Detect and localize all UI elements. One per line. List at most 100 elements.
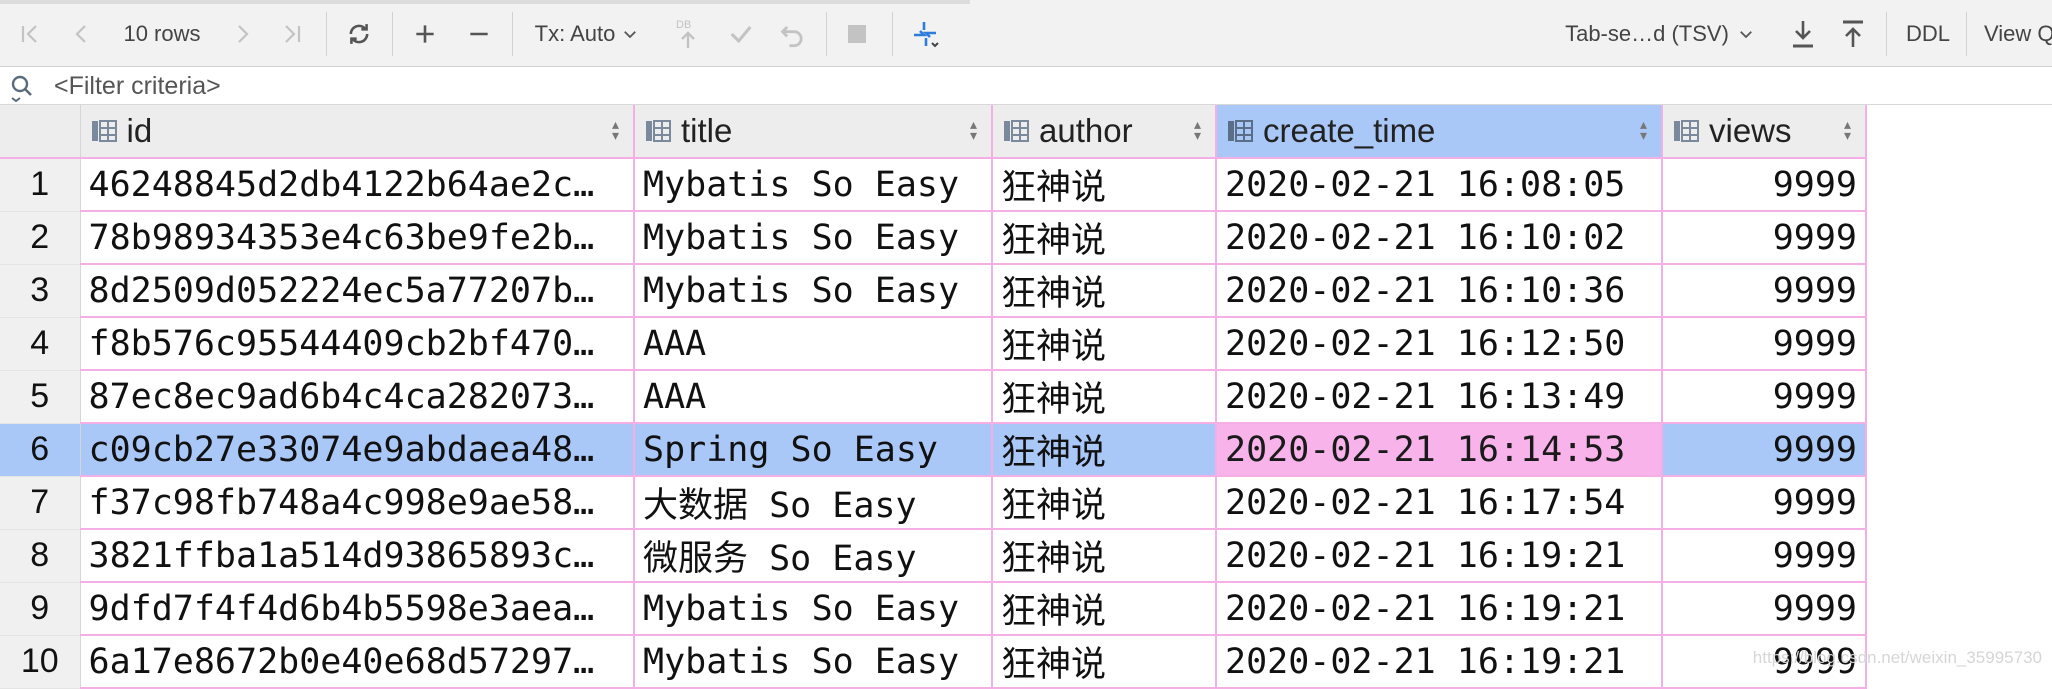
cell-title[interactable]: 微服务 So Easy [634, 529, 993, 583]
table-row[interactable]: 2 78b98934353e4c63be9fe2b… Mybatis So Ea… [0, 211, 1867, 265]
view-query-button[interactable]: View Q [1984, 14, 2052, 54]
cell-views[interactable]: 9999 [1662, 211, 1867, 265]
cell-views[interactable]: 9999 [1662, 158, 1867, 212]
cell-author[interactable]: 狂神说 [992, 529, 1217, 583]
last-page-icon[interactable] [276, 14, 308, 54]
cell-views[interactable]: 9999 [1662, 529, 1867, 583]
ddl-button[interactable]: DDL [1898, 14, 1958, 54]
cell-author[interactable]: 狂神说 [992, 370, 1217, 424]
cell-create-time[interactable]: 2020-02-21 16:19:21 [1216, 582, 1663, 636]
cell-title[interactable]: Mybatis So Easy [634, 635, 993, 689]
row-number-header[interactable] [0, 105, 81, 159]
sort-arrows-icon[interactable]: ▴ ▾ [1194, 117, 1201, 142]
cell-create-time[interactable]: 2020-02-21 16:08:05 [1216, 158, 1663, 212]
cell-create-time[interactable]: 2020-02-21 16:19:21 [1216, 529, 1663, 583]
cell-views[interactable]: 9999 [1662, 264, 1867, 318]
cell-title[interactable]: AAA [634, 317, 993, 371]
commit-check-icon[interactable] [724, 14, 758, 54]
cell-author[interactable]: 狂神说 [992, 476, 1217, 530]
table-row[interactable]: 5 87ec8ec9ad6b4c4ca282073… AAA 狂神说 2020-… [0, 370, 1867, 424]
row-number[interactable]: 2 [0, 211, 81, 265]
export-format-dropdown[interactable]: Tab-se…d (TSV) [1560, 14, 1760, 54]
cell-id[interactable]: 87ec8ec9ad6b4c4ca282073… [80, 370, 635, 424]
cell-create-time[interactable]: 2020-02-21 16:13:49 [1216, 370, 1663, 424]
next-page-icon[interactable] [226, 14, 258, 54]
cell-title[interactable]: Mybatis So Easy [634, 264, 993, 318]
cell-views[interactable]: 9999 [1662, 582, 1867, 636]
cell-id[interactable]: 46248845d2db4122b64ae2c… [80, 158, 635, 212]
cell-author[interactable]: 狂神说 [992, 211, 1217, 265]
cell-title[interactable]: Mybatis So Easy [634, 211, 993, 265]
cell-title[interactable]: AAA [634, 370, 993, 424]
filter-search-icon[interactable] [8, 73, 42, 108]
download-icon[interactable] [1786, 14, 1820, 54]
row-number[interactable]: 1 [0, 158, 81, 212]
selected-table-row[interactable]: 6 c09cb27e33074e9abdaea48… Spring So Eas… [0, 423, 1867, 477]
cell-create-time[interactable]: 2020-02-21 16:17:54 [1216, 476, 1663, 530]
column-header-create-time[interactable]: create_time ▴ ▾ [1216, 105, 1663, 159]
row-number[interactable]: 5 [0, 370, 81, 424]
table-row[interactable]: 3 8d2509d052224ec5a77207b… Mybatis So Ea… [0, 264, 1867, 318]
table-row[interactable]: 1 46248845d2db4122b64ae2c… Mybatis So Ea… [0, 158, 1867, 212]
table-row[interactable]: 4 f8b576c95544409cb2bf470… AAA 狂神说 2020-… [0, 317, 1867, 371]
cell-id[interactable]: 8d2509d052224ec5a77207b… [80, 264, 635, 318]
first-page-icon[interactable] [14, 14, 46, 54]
sort-arrows-icon[interactable]: ▴ ▾ [970, 117, 977, 142]
add-row-icon[interactable] [408, 14, 442, 54]
row-number[interactable]: 9 [0, 582, 81, 636]
stop-icon[interactable] [840, 14, 874, 54]
cell-author[interactable]: 狂神说 [992, 317, 1217, 371]
row-number[interactable]: 8 [0, 529, 81, 583]
row-number[interactable]: 10 [0, 635, 81, 689]
cell-id[interactable]: 3821ffba1a514d93865893c… [80, 529, 635, 583]
cell-title[interactable]: Mybatis So Easy [634, 158, 993, 212]
sort-arrows-icon[interactable]: ▴ ▾ [1844, 117, 1851, 142]
cell-views[interactable]: 9999 [1662, 370, 1867, 424]
cell-author[interactable]: 狂神说 [992, 635, 1217, 689]
cell-create-time[interactable]: 2020-02-21 16:19:21 [1216, 635, 1663, 689]
cell-id[interactable]: f8b576c95544409cb2bf470… [80, 317, 635, 371]
cell-author[interactable]: 狂神说 [992, 582, 1217, 636]
delete-row-icon[interactable] [462, 14, 496, 54]
column-header-views[interactable]: views ▴ ▾ [1662, 105, 1867, 159]
row-number[interactable]: 4 [0, 317, 81, 371]
current-cell-create-time[interactable]: 2020-02-21 16:14:53 [1216, 423, 1663, 477]
column-header-id[interactable]: id ▴ ▾ [80, 105, 635, 159]
compare-icon[interactable] [906, 14, 944, 54]
cell-id[interactable]: 6a17e8672b0e40e68d57297… [80, 635, 635, 689]
cell-views[interactable]: 9999 [1662, 317, 1867, 371]
cell-author[interactable]: 狂神说 [992, 423, 1217, 477]
cell-id[interactable]: c09cb27e33074e9abdaea48… [80, 423, 635, 477]
cell-create-time[interactable]: 2020-02-21 16:12:50 [1216, 317, 1663, 371]
cell-create-time[interactable]: 2020-02-21 16:10:36 [1216, 264, 1663, 318]
cell-author[interactable]: 狂神说 [992, 264, 1217, 318]
cell-title[interactable]: 大数据 So Easy [634, 476, 993, 530]
row-number[interactable]: 6 [0, 423, 81, 477]
cell-id[interactable]: 78b98934353e4c63be9fe2b… [80, 211, 635, 265]
table-row[interactable]: 10 6a17e8672b0e40e68d57297… Mybatis So E… [0, 635, 1867, 689]
cell-author[interactable]: 狂神说 [992, 158, 1217, 212]
column-header-title[interactable]: title ▴ ▾ [634, 105, 993, 159]
filter-criteria-input[interactable]: <Filter criteria> [54, 69, 221, 103]
upload-icon[interactable] [1836, 14, 1870, 54]
table-row[interactable]: 8 3821ffba1a514d93865893c… 微服务 So Easy 狂… [0, 529, 1867, 583]
previous-page-icon[interactable] [66, 14, 98, 54]
table-row[interactable]: 7 f37c98fb748a4c998e9ae58… 大数据 So Easy 狂… [0, 476, 1867, 530]
row-number[interactable]: 3 [0, 264, 81, 318]
reload-icon[interactable] [342, 14, 376, 54]
table-row[interactable]: 9 9dfd7f4f4d6b4b5598e3aea… Mybatis So Ea… [0, 582, 1867, 636]
cell-title[interactable]: Spring So Easy [634, 423, 993, 477]
cell-id[interactable]: 9dfd7f4f4d6b4b5598e3aea… [80, 582, 635, 636]
transaction-mode-dropdown[interactable]: Tx: Auto [526, 14, 648, 54]
cell-title[interactable]: Mybatis So Easy [634, 582, 993, 636]
sort-arrows-icon[interactable]: ▴ ▾ [1640, 117, 1647, 142]
cell-views[interactable]: 9999 [1662, 476, 1867, 530]
cell-views[interactable]: 9999 [1662, 423, 1867, 477]
cell-create-time[interactable]: 2020-02-21 16:10:02 [1216, 211, 1663, 265]
filter-bar[interactable]: <Filter criteria> [0, 67, 2052, 105]
sort-arrows-icon[interactable]: ▴ ▾ [612, 117, 619, 142]
commit-db-icon[interactable]: DB [670, 14, 706, 54]
row-number[interactable]: 7 [0, 476, 81, 530]
row-count-selector[interactable]: 10 rows [112, 14, 212, 54]
rollback-icon[interactable] [776, 14, 810, 54]
